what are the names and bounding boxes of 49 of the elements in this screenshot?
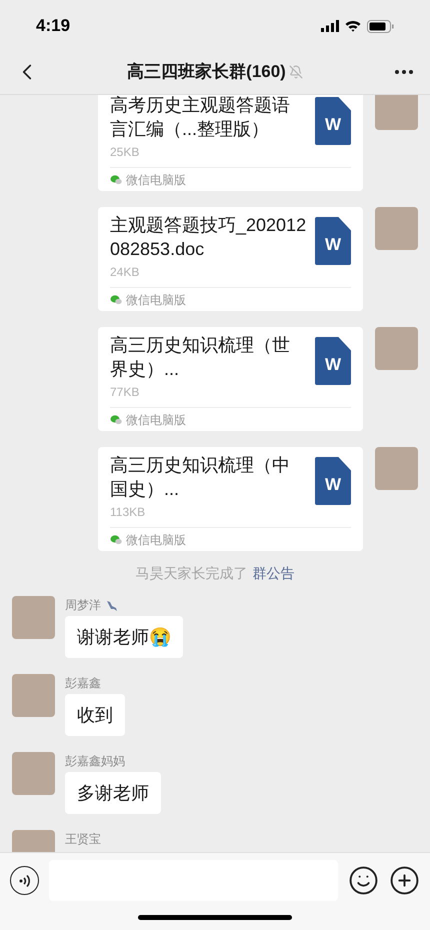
emoji-button[interactable] (348, 865, 379, 896)
sender-name: 周梦洋 (65, 597, 101, 613)
file-size: 113KB (110, 504, 146, 521)
add-button[interactable] (389, 865, 420, 896)
message-bubble[interactable]: 收到 (65, 694, 125, 736)
sender-name: 彭嘉鑫 (65, 675, 101, 691)
message-bubble[interactable]: 谢谢老师😭 (65, 616, 183, 658)
file-size: 25KB (110, 144, 140, 161)
avatar-placeholder[interactable] (375, 447, 418, 490)
message-bubble[interactable]: 多谢老师 (65, 772, 161, 814)
chat-app-icon (110, 295, 122, 305)
voice-button[interactable] (10, 866, 39, 895)
sender-name: 彭嘉鑫妈妈 (65, 753, 125, 769)
file-size: 77KB (110, 384, 140, 401)
chat-app-icon (110, 535, 122, 545)
document-label: W (324, 354, 342, 376)
announcement-link[interactable]: 群公告 (252, 563, 294, 584)
avatar-placeholder[interactable] (12, 752, 55, 795)
status-time: 4:19 (36, 15, 70, 38)
signal-icon (321, 20, 339, 32)
file-source: 微信电脑版 (126, 292, 186, 309)
file-source: 微信电脑版 (126, 532, 186, 549)
file-name: 高三历史知识梳理（中国史）... (110, 454, 291, 501)
file-card[interactable]: 高三历史知识梳理（中国史）... 113KB W 微信电脑版 (98, 447, 363, 551)
battery-icon (367, 20, 394, 32)
file-card[interactable]: 高三历史知识梳理（世界史）... 77KB W 微信电脑版 (98, 327, 363, 431)
avatar-placeholder[interactable] (12, 596, 55, 639)
avatar-placeholder[interactable] (375, 95, 418, 130)
chat-app-icon (110, 415, 122, 425)
avatar-placeholder[interactable] (375, 207, 418, 250)
avatar-placeholder[interactable] (375, 327, 418, 370)
file-name: 高考历史主观题答题语言汇编（...整理版） (110, 95, 291, 141)
file-card[interactable]: 主观题答题技巧_202012082853.doc 24KB W 微信电脑版 (98, 207, 363, 311)
voice-icon (18, 874, 30, 888)
file-size: 24KB (110, 264, 140, 281)
file-name: 高三历史知识梳理（世界史）... (110, 334, 291, 381)
document-label: W (324, 474, 342, 496)
file-name: 主观题答题技巧_202012082853.doc (110, 214, 307, 261)
sender-name: 王贤宝 (65, 831, 101, 847)
document-label: W (324, 114, 342, 136)
file-source: 微信电脑版 (126, 172, 186, 189)
avatar-placeholder[interactable] (12, 674, 55, 717)
system-notice: 马昊天家长完成了 (136, 564, 248, 583)
wifi-icon (345, 20, 361, 32)
chat-app-icon (110, 175, 122, 185)
chat-title: 高三四班家长群(160) (127, 61, 286, 84)
document-label: W (324, 234, 342, 256)
file-source: 微信电脑版 (126, 412, 186, 429)
file-card[interactable]: 高考历史主观题答题语言汇编（...整理版） 25KB W 微信电脑版 (98, 95, 363, 191)
